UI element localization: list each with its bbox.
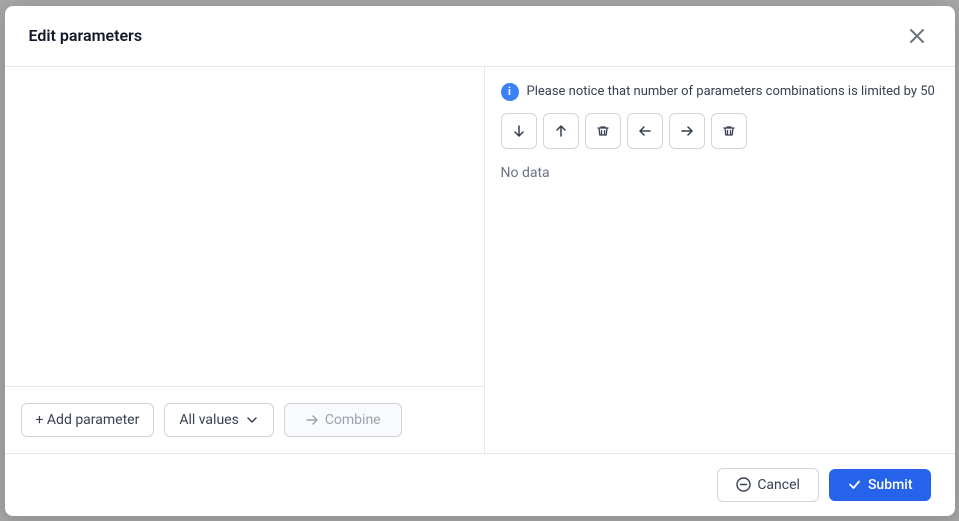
arrow-right-icon [305,413,319,427]
submit-label: Submit [868,477,913,493]
delete-col-button[interactable] [711,113,747,149]
combine-label: Combine [325,412,381,428]
cancel-label: Cancel [757,477,800,493]
close-button[interactable] [903,22,931,50]
modal: Edit parameters + Add parameter [5,6,955,516]
notice-text: Please notice that number of parameters … [527,84,935,99]
arrow-up-icon [554,124,568,138]
delete-row-button[interactable] [585,113,621,149]
all-values-button[interactable]: All values [164,403,273,437]
move-left-button[interactable] [627,113,663,149]
arrow-left-icon [638,124,652,138]
check-icon [847,477,862,492]
submit-button[interactable]: Submit [829,469,931,501]
chevron-down-icon [245,413,259,427]
left-panel-footer: + Add parameter All values Combine [5,386,484,453]
modal-body: + Add parameter All values Combine [5,67,955,453]
move-up-button[interactable] [543,113,579,149]
combine-button[interactable]: Combine [284,403,402,437]
move-right-button[interactable] [669,113,705,149]
cancel-button[interactable]: Cancel [717,468,819,502]
arrow-down-icon [512,124,526,138]
left-panel-content [5,67,484,386]
trash-col-icon [722,124,736,138]
move-down-button[interactable] [501,113,537,149]
add-parameter-label: + Add parameter [36,412,140,428]
modal-footer: Cancel Submit [5,453,955,516]
modal-title: Edit parameters [29,26,143,45]
notice-bar: i Please notice that number of parameter… [501,83,939,101]
cancel-icon [736,477,751,492]
add-parameter-button[interactable]: + Add parameter [21,403,155,437]
right-panel: i Please notice that number of parameter… [485,67,955,453]
modal-header: Edit parameters [5,6,955,67]
left-panel: + Add parameter All values Combine [5,67,485,453]
arrow-right-toolbar-icon [680,124,694,138]
no-data-text: No data [501,161,939,185]
close-icon [909,28,925,44]
modal-overlay: Edit parameters + Add parameter [0,0,959,521]
info-icon: i [501,83,519,101]
all-values-label: All values [179,412,238,428]
trash-icon [596,124,610,138]
toolbar [501,113,939,149]
